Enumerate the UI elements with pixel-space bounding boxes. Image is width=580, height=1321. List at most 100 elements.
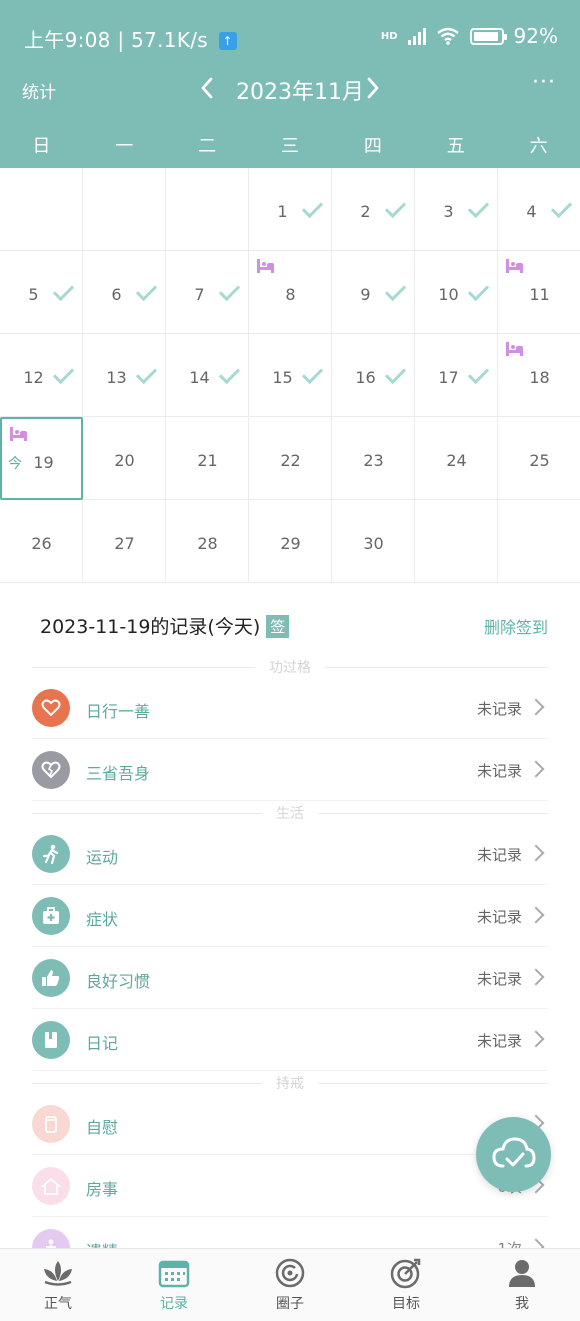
calendar-day[interactable]: 1 xyxy=(249,168,332,251)
tab-records[interactable]: 记录 xyxy=(116,1249,232,1321)
delete-sign-in-button[interactable]: 删除签到 xyxy=(484,614,548,638)
calendar-day[interactable]: 3 xyxy=(415,168,498,251)
weekday-label: 六 xyxy=(529,136,548,157)
calendar-day[interactable]: 14 xyxy=(166,334,249,417)
calendar-day[interactable]: 22 xyxy=(249,417,332,500)
signed-badge: 签 xyxy=(266,615,290,638)
calendar-day[interactable]: 27 xyxy=(83,500,166,583)
target-icon xyxy=(390,1258,421,1289)
calendar-empty-cell xyxy=(415,500,498,583)
calendar-day[interactable]: 25 xyxy=(498,417,580,500)
records-title: 2023-11-19的记录(今天) 签 xyxy=(40,612,290,639)
tab-target[interactable]: 目标 xyxy=(348,1249,464,1321)
record-item-label: 自慰 xyxy=(86,1118,119,1137)
heart-icon xyxy=(32,689,70,727)
chevron-right-icon xyxy=(527,844,545,862)
calendar-day[interactable]: 21 xyxy=(166,417,249,500)
calendar-day[interactable]: 19 今 xyxy=(0,417,83,500)
record-item-status: 未记录 xyxy=(476,762,522,780)
status-bar-right: HD 92% xyxy=(381,24,558,48)
calendar-day[interactable]: 23 xyxy=(332,417,415,500)
tab-label: 圈子 xyxy=(276,1296,304,1312)
next-month-button[interactable] xyxy=(358,72,388,107)
record-item-status: 未记录 xyxy=(476,970,522,988)
calendar-day[interactable]: 30 xyxy=(332,500,415,583)
calendar-day[interactable]: 24 xyxy=(415,417,498,500)
bed-icon xyxy=(10,427,27,441)
calendar-day[interactable]: 8 xyxy=(249,251,332,334)
wifi-icon xyxy=(436,27,459,45)
calendar-day[interactable]: 11 xyxy=(498,251,580,334)
checkmark-icon xyxy=(471,364,493,378)
chevron-right-icon xyxy=(527,698,545,716)
more-menu-button[interactable]: ··· xyxy=(532,70,556,95)
calendar-day[interactable]: 17 xyxy=(415,334,498,417)
calendar-grid: 1 2 3 4 5 6 7 8 9 10 11 12 13 14 15 16 17 18 19 今 20 21 22 23 24… xyxy=(0,168,580,583)
checkmark-icon xyxy=(471,281,493,295)
calendar-day[interactable]: 7 xyxy=(166,251,249,334)
calendar-week-row: 19 今 20 21 22 23 24 25 xyxy=(0,417,580,500)
record-item-label: 日行一善 xyxy=(86,702,151,721)
day-number: 8 xyxy=(285,285,296,304)
record-item-status: 未记录 xyxy=(476,1032,522,1050)
record-item[interactable]: 房事0次 xyxy=(32,1155,548,1217)
tab-me[interactable]: 我 xyxy=(464,1249,580,1321)
cloud-sync-icon xyxy=(492,1137,536,1168)
bed-icon xyxy=(506,342,523,356)
calendar-day[interactable]: 16 xyxy=(332,334,415,417)
top-header: 上午9:08 | 57.1K/s ↑ HD 92% 统计 2023年11月 ··… xyxy=(0,0,580,168)
calendar-day[interactable]: 13 xyxy=(83,334,166,417)
record-item[interactable]: 日行一善 未记录 xyxy=(32,677,548,739)
calendar-day[interactable]: 18 xyxy=(498,334,580,417)
status-time: 上午9:08 xyxy=(24,28,111,52)
record-item-status: 未记录 xyxy=(476,846,522,864)
record-item-status: 未记录 xyxy=(476,908,522,926)
calendar-empty-cell xyxy=(83,168,166,251)
record-item[interactable]: 症状 未记录 xyxy=(32,885,548,947)
prev-month-button[interactable] xyxy=(192,72,222,107)
record-item[interactable]: 运动 未记录 xyxy=(32,823,548,885)
section-label: 功过格 xyxy=(255,657,325,677)
broken-heart-icon xyxy=(32,751,70,789)
record-item[interactable]: 良好习惯 未记录 xyxy=(32,947,548,1009)
calendar-day[interactable]: 4 xyxy=(498,168,580,251)
user-icon xyxy=(509,1260,535,1287)
calendar-day[interactable]: 26 xyxy=(0,500,83,583)
stats-button[interactable]: 统计 xyxy=(22,78,56,103)
running-icon xyxy=(32,835,70,873)
day-number: 18 xyxy=(529,368,550,387)
today-marker: 今 xyxy=(8,456,22,472)
calendar-day[interactable]: 10 xyxy=(415,251,498,334)
calendar-week-row: 12 13 14 15 16 17 18 xyxy=(0,334,580,417)
hd-label: HD xyxy=(380,30,398,42)
record-item[interactable]: 日记 未记录 xyxy=(32,1009,548,1071)
calendar-day[interactable]: 5 xyxy=(0,251,83,334)
diary-icon xyxy=(32,1021,70,1059)
tab-zhengqi[interactable]: 正气 xyxy=(0,1249,116,1321)
calendar-day[interactable]: 2 xyxy=(332,168,415,251)
calendar-day[interactable]: 12 xyxy=(0,334,83,417)
record-item[interactable]: 三省吾身 未记录 xyxy=(32,739,548,801)
record-item-label: 日记 xyxy=(86,1034,119,1053)
calendar-empty-cell xyxy=(498,500,580,583)
calendar-empty-cell xyxy=(166,168,249,251)
calendar-day[interactable]: 29 xyxy=(249,500,332,583)
weekday-label: 二 xyxy=(198,136,217,157)
calendar-week-row: 5 6 7 8 9 10 11 xyxy=(0,251,580,334)
tab-label: 我 xyxy=(515,1296,529,1312)
calendar-day[interactable]: 28 xyxy=(166,500,249,583)
record-item[interactable]: 自慰 xyxy=(32,1093,548,1155)
lotus-icon xyxy=(44,1261,72,1286)
bed-icon xyxy=(257,259,274,273)
calendar-day[interactable]: 9 xyxy=(332,251,415,334)
network-speed: 57.1K/s xyxy=(131,28,208,52)
tab-circle[interactable]: 圈子 xyxy=(232,1249,348,1321)
weekday-label: 四 xyxy=(363,136,382,157)
record-item-status: 未记录 xyxy=(476,700,522,718)
cloud-sync-button[interactable] xyxy=(476,1117,551,1192)
day-number: 11 xyxy=(529,285,550,304)
calendar-day[interactable]: 15 xyxy=(249,334,332,417)
medical-kit-icon xyxy=(32,897,70,935)
calendar-day[interactable]: 6 xyxy=(83,251,166,334)
calendar-day[interactable]: 20 xyxy=(83,417,166,500)
